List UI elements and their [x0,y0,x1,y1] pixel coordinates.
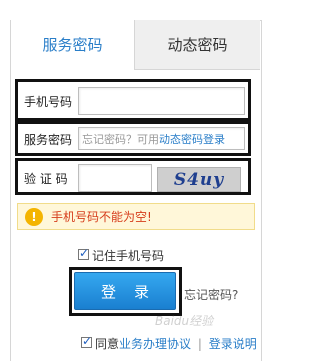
agreement-separator: | [197,337,202,351]
phone-label: 手机号码 [24,95,73,109]
agreement-text: 同意业务办理协议 | 登录说明 [95,335,257,352]
remember-phone-checkbox[interactable] [78,246,89,260]
tab-service-password[interactable]: 服务密码 [11,20,134,70]
password-placeholder-prefix: 忘记密码？可用 [82,133,159,146]
error-message: 手机号码不能为空! [51,210,152,224]
watermark: Baidu经验 [155,314,214,328]
password-label: 服务密码 [24,133,73,147]
captcha-input[interactable] [78,164,152,192]
dynamic-password-login-link[interactable]: 动态密码登录 [159,133,225,146]
captcha-label: 验 证 码 [24,172,68,186]
error-alert: ! 手机号码不能为空! [17,203,255,230]
warning-icon: ! [25,207,43,226]
password-placeholder: 忘记密码？可用动态密码登录 [82,131,225,147]
agree-checkbox[interactable] [81,334,92,348]
login-button[interactable]: 登录 [74,272,176,310]
captcha-image[interactable]: S4uy [157,167,241,192]
service-agreement-link[interactable]: 业务办理协议 [119,337,191,351]
tab-dynamic-password[interactable]: 动态密码 [134,20,260,70]
agreement-prefix: 同意 [95,337,120,351]
remember-phone-label: 记住手机号码 [92,249,165,263]
login-help-link[interactable]: 登录说明 [209,337,257,351]
captcha-image-text: S4uy [173,169,225,190]
phone-input[interactable] [78,87,245,115]
forgot-password-link[interactable]: 忘记密码? [184,286,238,303]
